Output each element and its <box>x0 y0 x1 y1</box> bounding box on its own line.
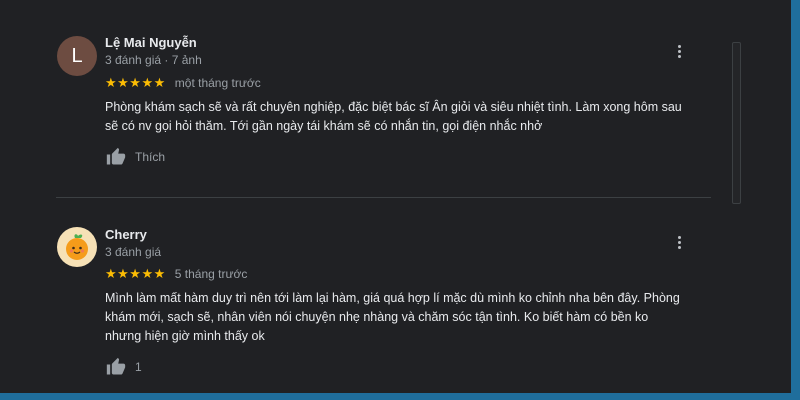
more-options-button[interactable] <box>671 41 687 61</box>
divider <box>56 197 711 198</box>
thumbs-up-icon <box>106 357 126 375</box>
review-text: Mình làm mất hàm duy trì nên tới làm lại… <box>105 289 725 346</box>
scrollbar[interactable] <box>732 42 741 204</box>
rating-row: ★★★★★ một tháng trước <box>105 75 261 91</box>
avatar[interactable]: L <box>57 36 97 76</box>
avatar[interactable] <box>57 227 97 267</box>
star-rating: ★★★★★ <box>105 75 166 90</box>
orange-emoji-icon <box>66 234 88 260</box>
avatar-letter: L <box>71 44 83 67</box>
more-vert-icon <box>677 235 681 239</box>
review-text-line: nhưng hiện giờ mình thấy ok <box>105 329 265 343</box>
reviews-panel: L Lệ Mai Nguyễn 3 đánh giá · 7 ảnh ★★★★★… <box>0 0 791 393</box>
more-options-button[interactable] <box>671 232 687 252</box>
star-rating: ★★★★★ <box>105 266 166 281</box>
review-time: một tháng trước <box>174 76 261 90</box>
reviewer-meta: 3 đánh giá · 7 ảnh <box>105 53 202 67</box>
like-label: Thích <box>135 150 166 164</box>
reviewer-name[interactable]: Cherry <box>105 227 147 242</box>
more-vert-icon <box>677 44 681 48</box>
rating-row: ★★★★★ 5 tháng trước <box>105 266 247 282</box>
review-text-line: sẽ có nv gọi hỏi thăm. Tới gần ngày tái … <box>105 119 543 133</box>
like-count: 1 <box>135 360 142 374</box>
reviewer-meta: 3 đánh giá <box>105 245 162 259</box>
like-button[interactable]: Thích <box>106 147 165 167</box>
review-time: 5 tháng trước <box>174 267 248 281</box>
thumbs-up-icon <box>106 147 126 165</box>
review-text-line: Phòng khám sạch sẽ và rất chuyên nghiệp,… <box>105 100 682 114</box>
like-button[interactable]: 1 <box>106 357 142 377</box>
reviewer-name[interactable]: Lệ Mai Nguyễn <box>105 35 197 50</box>
review-text-line: Mình làm mất hàm duy trì nên tới làm lại… <box>105 291 680 305</box>
review-text-line: khám mới, sạch sẽ, nhân viên nói chuyện … <box>105 310 649 324</box>
review-text: Phòng khám sạch sẽ và rất chuyên nghiệp,… <box>105 98 725 136</box>
